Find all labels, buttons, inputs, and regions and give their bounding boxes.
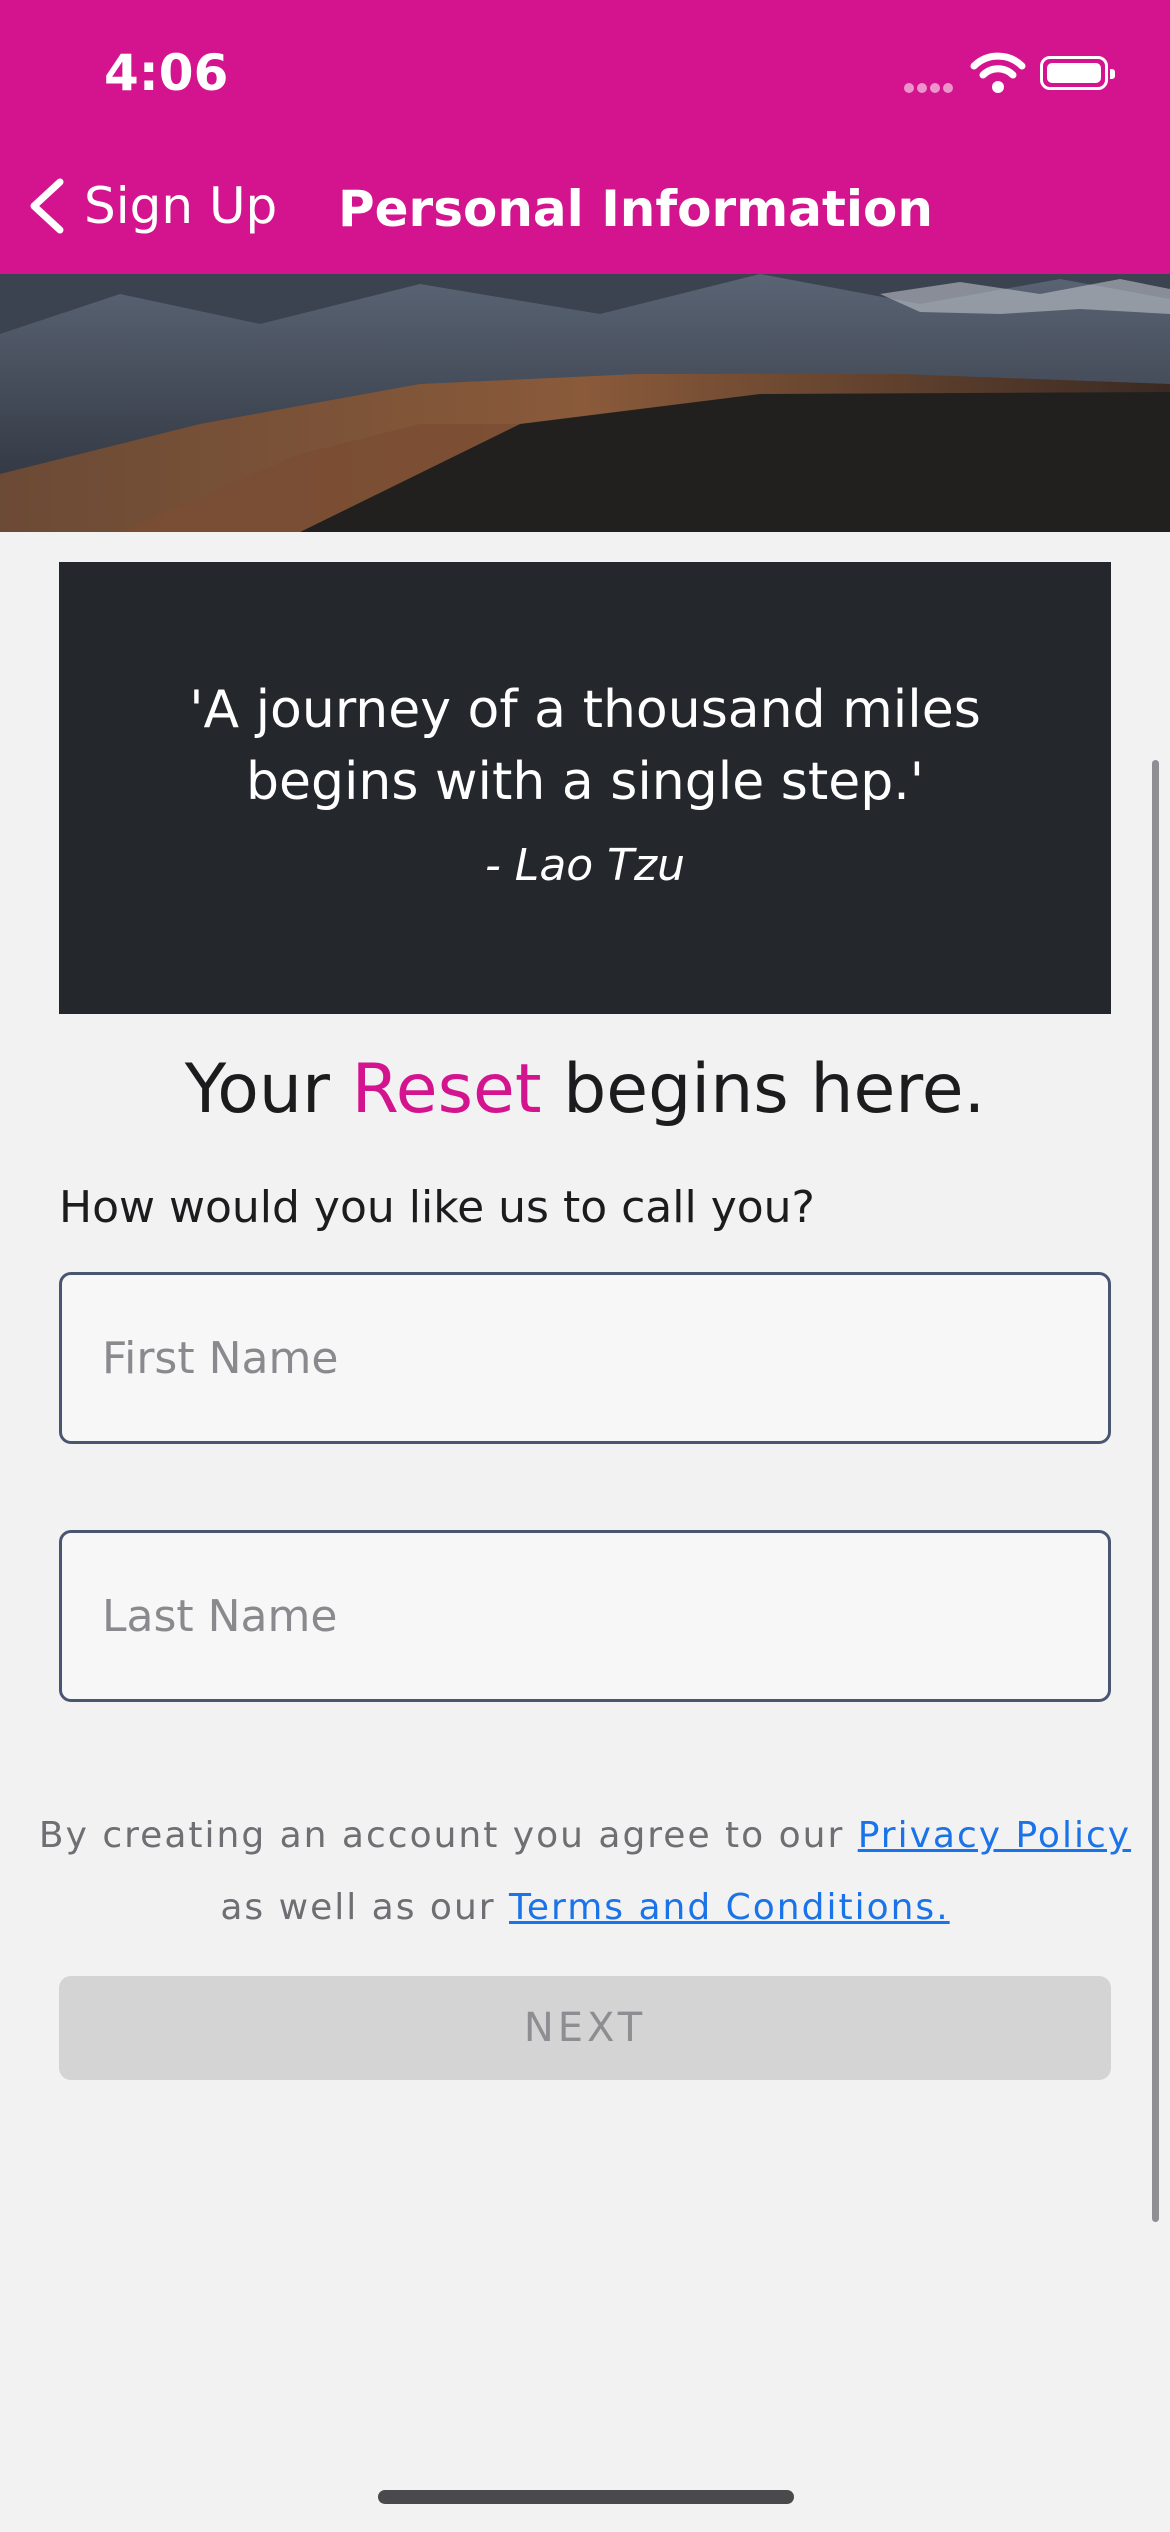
quote-card: 'A journey of a thousand miles begins wi…: [59, 562, 1111, 1014]
name-question: How would you like us to call you?: [59, 1182, 815, 1233]
legal-text-part1: By creating an account you agree to our: [38, 1815, 858, 1856]
terms-link[interactable]: Terms and Conditions.: [509, 1887, 950, 1928]
hero-image: [0, 274, 1170, 532]
chevron-left-icon: [30, 178, 64, 234]
navigation-bar: Sign Up Personal Information: [0, 140, 1170, 274]
legal-text: By creating an account you agree to our …: [0, 1800, 1170, 1944]
status-bar: 4:06: [0, 0, 1170, 140]
status-time: 4:06: [104, 44, 229, 102]
signal-icon: [904, 80, 956, 98]
headline-accent: Reset: [351, 1050, 542, 1129]
home-indicator[interactable]: [378, 2490, 794, 2504]
page-title: Personal Information: [338, 180, 933, 238]
legal-text-part2: as well as our: [220, 1887, 510, 1928]
last-name-input[interactable]: [59, 1530, 1111, 1702]
privacy-policy-link[interactable]: Privacy Policy: [858, 1815, 1131, 1856]
back-label: Sign Up: [84, 177, 278, 235]
quote-author: - Lao Tzu: [484, 840, 686, 891]
headline: Your Reset begins here.: [0, 1050, 1170, 1129]
first-name-input[interactable]: [59, 1272, 1111, 1444]
next-button[interactable]: NEXT: [59, 1976, 1111, 2080]
scrollbar[interactable]: [1152, 760, 1159, 2222]
wifi-icon: [970, 52, 1026, 93]
headline-end: begins here.: [541, 1050, 986, 1129]
headline-start: Your: [184, 1050, 352, 1129]
quote-text: 'A journey of a thousand miles begins wi…: [189, 680, 981, 812]
mountain-road-image: [0, 274, 1170, 532]
battery-icon: [1040, 56, 1115, 90]
back-button[interactable]: Sign Up: [20, 176, 277, 236]
